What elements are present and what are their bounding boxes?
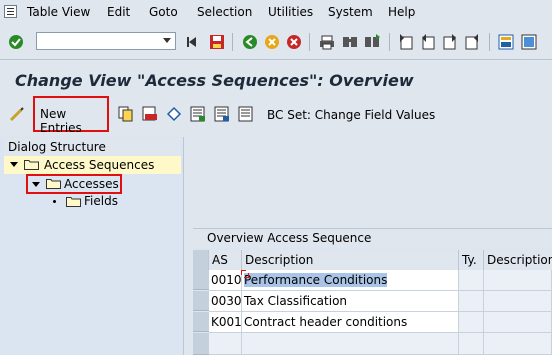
first-page-icon[interactable] xyxy=(398,34,414,50)
delete-icon[interactable] xyxy=(142,106,158,122)
find-next-icon[interactable] xyxy=(364,34,380,50)
cancel-icon[interactable] xyxy=(286,34,302,50)
expand-icon[interactable] xyxy=(32,182,40,187)
table-cell-description[interactable]: Tax Classification xyxy=(242,291,459,312)
table-cell-type-description xyxy=(484,312,552,333)
column-header-type-description[interactable]: Description xyxy=(484,250,552,270)
table-cell-type-description xyxy=(484,291,552,312)
cell-text: Contract header conditions xyxy=(244,315,408,329)
cell-text: Tax Classification xyxy=(244,294,348,308)
menu-bar: Table View Edit Goto Selection Utilities… xyxy=(0,0,552,25)
help-icon[interactable] xyxy=(521,34,537,50)
bc-set-button[interactable]: BC Set: Change Field Values xyxy=(267,108,435,122)
table-cell-description[interactable]: Performance Conditions xyxy=(241,270,459,291)
folder-icon xyxy=(46,178,61,189)
tree-item-accesses[interactable]: Accesses xyxy=(26,174,122,194)
display-change-icon[interactable] xyxy=(9,106,25,122)
expand-icon[interactable] xyxy=(10,162,18,167)
last-page-icon[interactable] xyxy=(464,34,480,50)
tree-item-label: Accesses xyxy=(64,177,119,191)
table-cell-type xyxy=(459,291,484,312)
row-selector[interactable] xyxy=(193,312,209,332)
focus-corner xyxy=(244,273,249,278)
chevron-down-icon[interactable] xyxy=(163,38,171,43)
tree-item-label: Fields xyxy=(84,194,118,208)
cell-text: 0030 xyxy=(211,294,242,308)
select-all-icon[interactable] xyxy=(190,106,206,122)
enter-icon[interactable] xyxy=(8,34,24,50)
cell-text: 0010 xyxy=(211,273,242,287)
menu-utilities[interactable]: Utilities xyxy=(268,5,313,19)
folder-icon xyxy=(24,159,39,170)
dialog-structure-title: Dialog Structure xyxy=(8,140,106,154)
bullet-icon xyxy=(53,200,56,203)
menu-goto[interactable]: Goto xyxy=(149,5,178,19)
command-field[interactable] xyxy=(36,32,176,50)
column-header-type[interactable]: Ty. xyxy=(459,250,484,270)
find-icon[interactable] xyxy=(342,34,358,50)
column-header-description[interactable]: Description xyxy=(242,250,459,270)
column-header-label: Description xyxy=(245,253,314,267)
cell-text: K001 xyxy=(211,315,242,329)
folder-icon xyxy=(66,196,81,207)
menu-selection[interactable]: Selection xyxy=(197,5,252,19)
table-cell-type xyxy=(459,270,484,291)
row-selector[interactable] xyxy=(193,333,209,355)
table-title-bar: Overview Access Sequence xyxy=(193,228,552,247)
back-icon[interactable] xyxy=(185,34,201,50)
save-icon[interactable] xyxy=(209,34,225,50)
table-cell-empty xyxy=(459,333,484,355)
title-bar: Change View "Access Sequences": Overview xyxy=(0,60,552,96)
dialog-structure-header: Dialog Structure xyxy=(4,138,180,157)
previous-page-icon[interactable] xyxy=(420,34,436,50)
exit-icon[interactable] xyxy=(264,34,280,50)
column-header-label: Ty. xyxy=(462,253,477,267)
column-header-as[interactable]: AS xyxy=(209,250,242,270)
menu-table-view[interactable]: Table View xyxy=(27,5,90,19)
table-cell-type-description xyxy=(484,270,552,291)
column-header-label: AS xyxy=(212,253,228,267)
table-title: Overview Access Sequence xyxy=(207,231,372,245)
menu-icon[interactable] xyxy=(4,5,17,18)
undo-icon[interactable] xyxy=(166,106,182,122)
new-entries-label: New Entries xyxy=(40,107,82,135)
back-nav-icon[interactable] xyxy=(242,34,258,50)
cell-text-selected: Performance Conditions xyxy=(244,273,388,287)
menu-help[interactable]: Help xyxy=(388,5,415,19)
table-cell-description[interactable]: Contract header conditions xyxy=(242,312,459,333)
table-cell-empty xyxy=(242,333,459,355)
new-entries-button[interactable]: New Entries xyxy=(33,96,109,135)
print-icon[interactable] xyxy=(319,34,335,50)
menu-system[interactable]: System xyxy=(328,5,373,19)
table-cell-as: K001 xyxy=(209,312,242,333)
deselect-all-icon[interactable] xyxy=(238,106,254,122)
layout-icon[interactable] xyxy=(498,34,514,50)
tree-item-fields[interactable]: Fields xyxy=(48,194,168,210)
row-selector[interactable] xyxy=(193,291,209,311)
select-all-corner[interactable] xyxy=(193,250,209,270)
tree-item-label: Access Sequences xyxy=(44,158,155,172)
table-cell-type xyxy=(459,312,484,333)
tree-item-access-sequences[interactable]: Access Sequences xyxy=(4,156,181,174)
table-cell-as: 0010 xyxy=(209,270,242,291)
select-block-icon[interactable] xyxy=(214,106,230,122)
column-header-label: Description xyxy=(487,253,552,267)
page-title: Change View "Access Sequences": Overview xyxy=(15,71,414,90)
table-cell-as: 0030 xyxy=(209,291,242,312)
row-selector[interactable] xyxy=(193,270,209,290)
menu-edit[interactable]: Edit xyxy=(107,5,130,19)
table-cell-empty xyxy=(484,333,552,355)
table-cell-empty xyxy=(209,333,242,355)
copy-icon[interactable] xyxy=(118,106,134,122)
next-page-icon[interactable] xyxy=(442,34,458,50)
